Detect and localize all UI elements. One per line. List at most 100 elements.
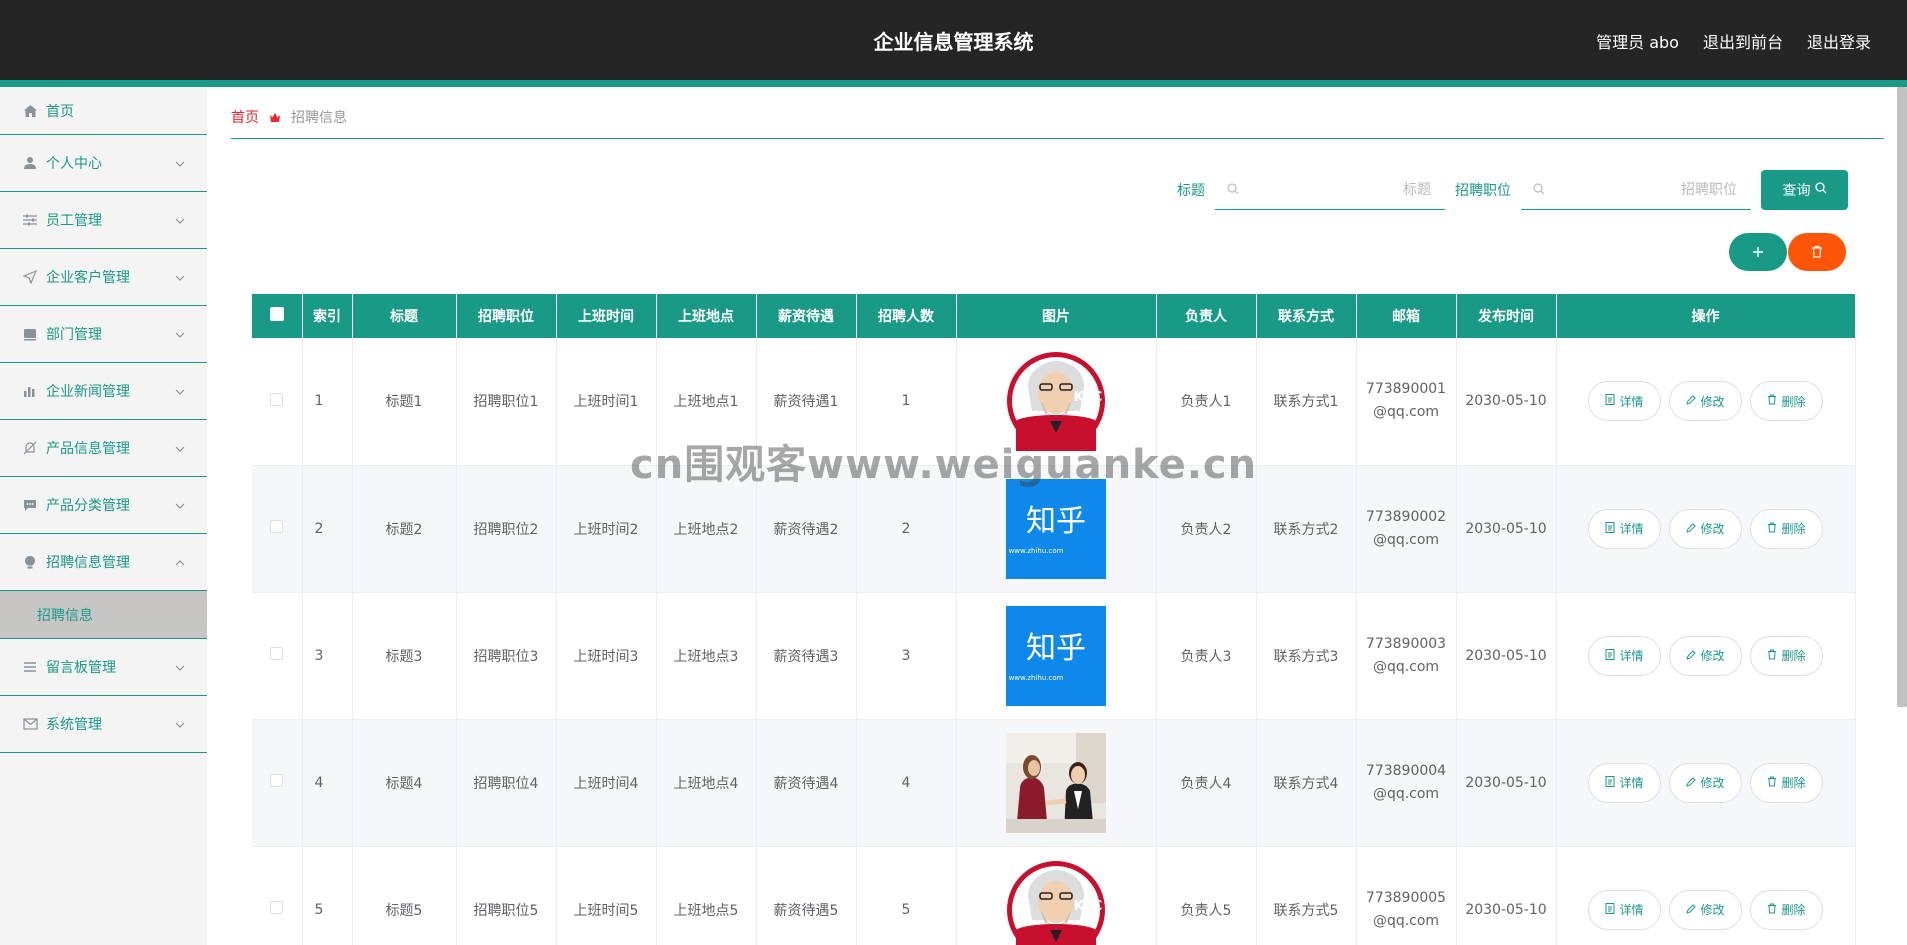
title-search-input[interactable] (1239, 170, 1445, 209)
sidebar-item-personal-center[interactable]: 个人中心 (0, 135, 207, 192)
column-header: 薪资待遇 (756, 294, 857, 338)
delete-button-label: 删除 (1781, 903, 1806, 917)
batch-delete-button[interactable] (1788, 233, 1846, 271)
delete-button[interactable]: 删除 (1750, 508, 1823, 549)
exit-to-front-link[interactable]: 退出到前台 (1703, 29, 1783, 53)
owner-cell: 负责人2 (1156, 465, 1257, 593)
sidebar-item-recruitment[interactable]: 招聘信息管理 (0, 534, 207, 591)
column-header: 操作 (1556, 294, 1856, 338)
zhihu-url-text: www.zhihu.com (1009, 674, 1064, 682)
column-header: 负责人 (1156, 294, 1257, 338)
row-select-cell (252, 719, 303, 847)
sidebar-item-label: 个人中心 (46, 156, 102, 172)
sidebar-item-product-category[interactable]: 产品分类管理 (0, 477, 207, 534)
sidebar-item-news[interactable]: 企业新闻管理 (0, 363, 207, 420)
edit-button[interactable]: 修改 (1669, 762, 1742, 803)
count-cell: 2 (856, 465, 957, 593)
detail-button[interactable]: 详情 (1588, 508, 1661, 549)
edit-button[interactable]: 修改 (1669, 381, 1742, 422)
bar-chart-icon (22, 383, 38, 399)
edit-button-label: 修改 (1700, 522, 1725, 536)
delete-button[interactable]: 删除 (1750, 635, 1823, 676)
delete-button[interactable]: 删除 (1750, 762, 1823, 803)
sidebar-item-product-info[interactable]: 产品信息管理 (0, 420, 207, 477)
document-icon (1605, 394, 1615, 408)
row-checkbox[interactable] (270, 520, 284, 533)
detail-button[interactable]: 详情 (1588, 381, 1661, 422)
home-icon (22, 103, 38, 119)
owner-cell: 负责人5 (1156, 846, 1257, 945)
admin-user-label[interactable]: 管理员 abo (1596, 29, 1679, 53)
email-domain: @qq.com (1372, 404, 1440, 421)
sidebar-item-message-board[interactable]: 留言板管理 (0, 639, 207, 696)
breadcrumb-home[interactable]: 首页 (231, 107, 259, 127)
row-select-cell (252, 592, 303, 720)
row-checkbox[interactable] (270, 774, 284, 787)
position-cell: 招聘职位3 (456, 592, 557, 720)
delete-button[interactable]: 删除 (1750, 889, 1823, 930)
user-icon (22, 155, 38, 171)
delete-button[interactable]: 删除 (1750, 381, 1823, 422)
detail-button-label: 详情 (1619, 649, 1644, 663)
title-cell: 标题4 (352, 719, 457, 847)
edit-icon (1686, 903, 1697, 917)
sidebar-item-department[interactable]: 部门管理 (0, 306, 207, 363)
date-cell: 2030-05-10 (1456, 846, 1557, 945)
salary-cell: 薪资待遇2 (756, 465, 857, 593)
trash-icon (1767, 522, 1777, 536)
detail-button[interactable]: 详情 (1588, 889, 1661, 930)
search-icon (1227, 180, 1239, 199)
position-search-input[interactable] (1545, 170, 1751, 209)
bell-off-icon (22, 440, 38, 456)
row-checkbox[interactable] (270, 901, 284, 914)
edit-button[interactable]: 修改 (1669, 635, 1742, 676)
chevron-down-icon (175, 716, 185, 732)
recruitment-table: 索引 标题 招聘职位 上班时间 上班地点 薪资待遇 招聘人数 图片 负责人 联系… (252, 294, 1856, 945)
detail-button[interactable]: 详情 (1588, 635, 1661, 676)
scrollbar[interactable] (1897, 87, 1907, 707)
sidebar-item-label: 系统管理 (46, 717, 102, 733)
detail-button[interactable]: 详情 (1588, 762, 1661, 803)
image-cell: KFC (956, 338, 1157, 466)
add-button[interactable] (1729, 233, 1787, 271)
salary-cell: 薪资待遇5 (756, 846, 857, 945)
edit-button-label: 修改 (1700, 903, 1725, 917)
detail-button-label: 详情 (1619, 394, 1644, 409)
contact-cell: 联系方式2 (1256, 465, 1357, 593)
chevron-down-icon (175, 440, 185, 456)
edit-icon (1686, 776, 1697, 790)
sidebar-item-home[interactable]: 首页 (0, 87, 207, 135)
column-header: 上班时间 (556, 294, 657, 338)
sidebar-subitem-recruitment-info[interactable]: 招聘信息 (0, 591, 207, 639)
delete-button-label: 删除 (1781, 776, 1806, 790)
main-content: 首页 招聘信息 标题 招聘职位 查询 索引 (207, 87, 1907, 945)
logout-link[interactable]: 退出登录 (1807, 29, 1871, 53)
index-cell: 4 (302, 719, 353, 847)
row-checkbox[interactable] (270, 647, 284, 660)
email-cell: 773890002 @qq.com (1356, 465, 1457, 593)
table-row: 1 标题1 招聘职位1 上班时间1 上班地点1 薪资待遇1 1 KFC 负责人1 联系方式1 773… (252, 338, 1856, 466)
sidebar-item-customer[interactable]: 企业客户管理 (0, 249, 207, 306)
sidebar-item-system[interactable]: 系统管理 (0, 696, 207, 753)
title-cell: 标题3 (352, 592, 457, 720)
email-domain: @qq.com (1372, 658, 1440, 675)
title-search-field (1215, 170, 1445, 210)
time-cell: 上班时间1 (556, 338, 657, 466)
time-cell: 上班时间2 (556, 465, 657, 593)
document-icon (1605, 775, 1615, 790)
sidebar-item-employee[interactable]: 员工管理 (0, 192, 207, 249)
breadcrumb-current: 招聘信息 (291, 110, 347, 126)
row-checkbox[interactable] (270, 392, 284, 406)
query-button[interactable]: 查询 (1761, 170, 1848, 210)
email-cell: 773890003 @qq.com (1356, 592, 1457, 720)
column-header: 邮箱 (1356, 294, 1457, 338)
chevron-down-icon (175, 155, 185, 171)
contact-cell: 联系方式3 (1256, 592, 1357, 720)
breadcrumb-divider (231, 138, 1884, 139)
edit-icon (1686, 522, 1697, 536)
chevron-down-icon (175, 326, 185, 342)
header-actions: 管理员 abo 退出到前台 退出登录 (1596, 29, 1871, 53)
select-all-checkbox[interactable] (269, 307, 284, 321)
edit-button[interactable]: 修改 (1669, 889, 1742, 930)
edit-button[interactable]: 修改 (1669, 508, 1742, 549)
